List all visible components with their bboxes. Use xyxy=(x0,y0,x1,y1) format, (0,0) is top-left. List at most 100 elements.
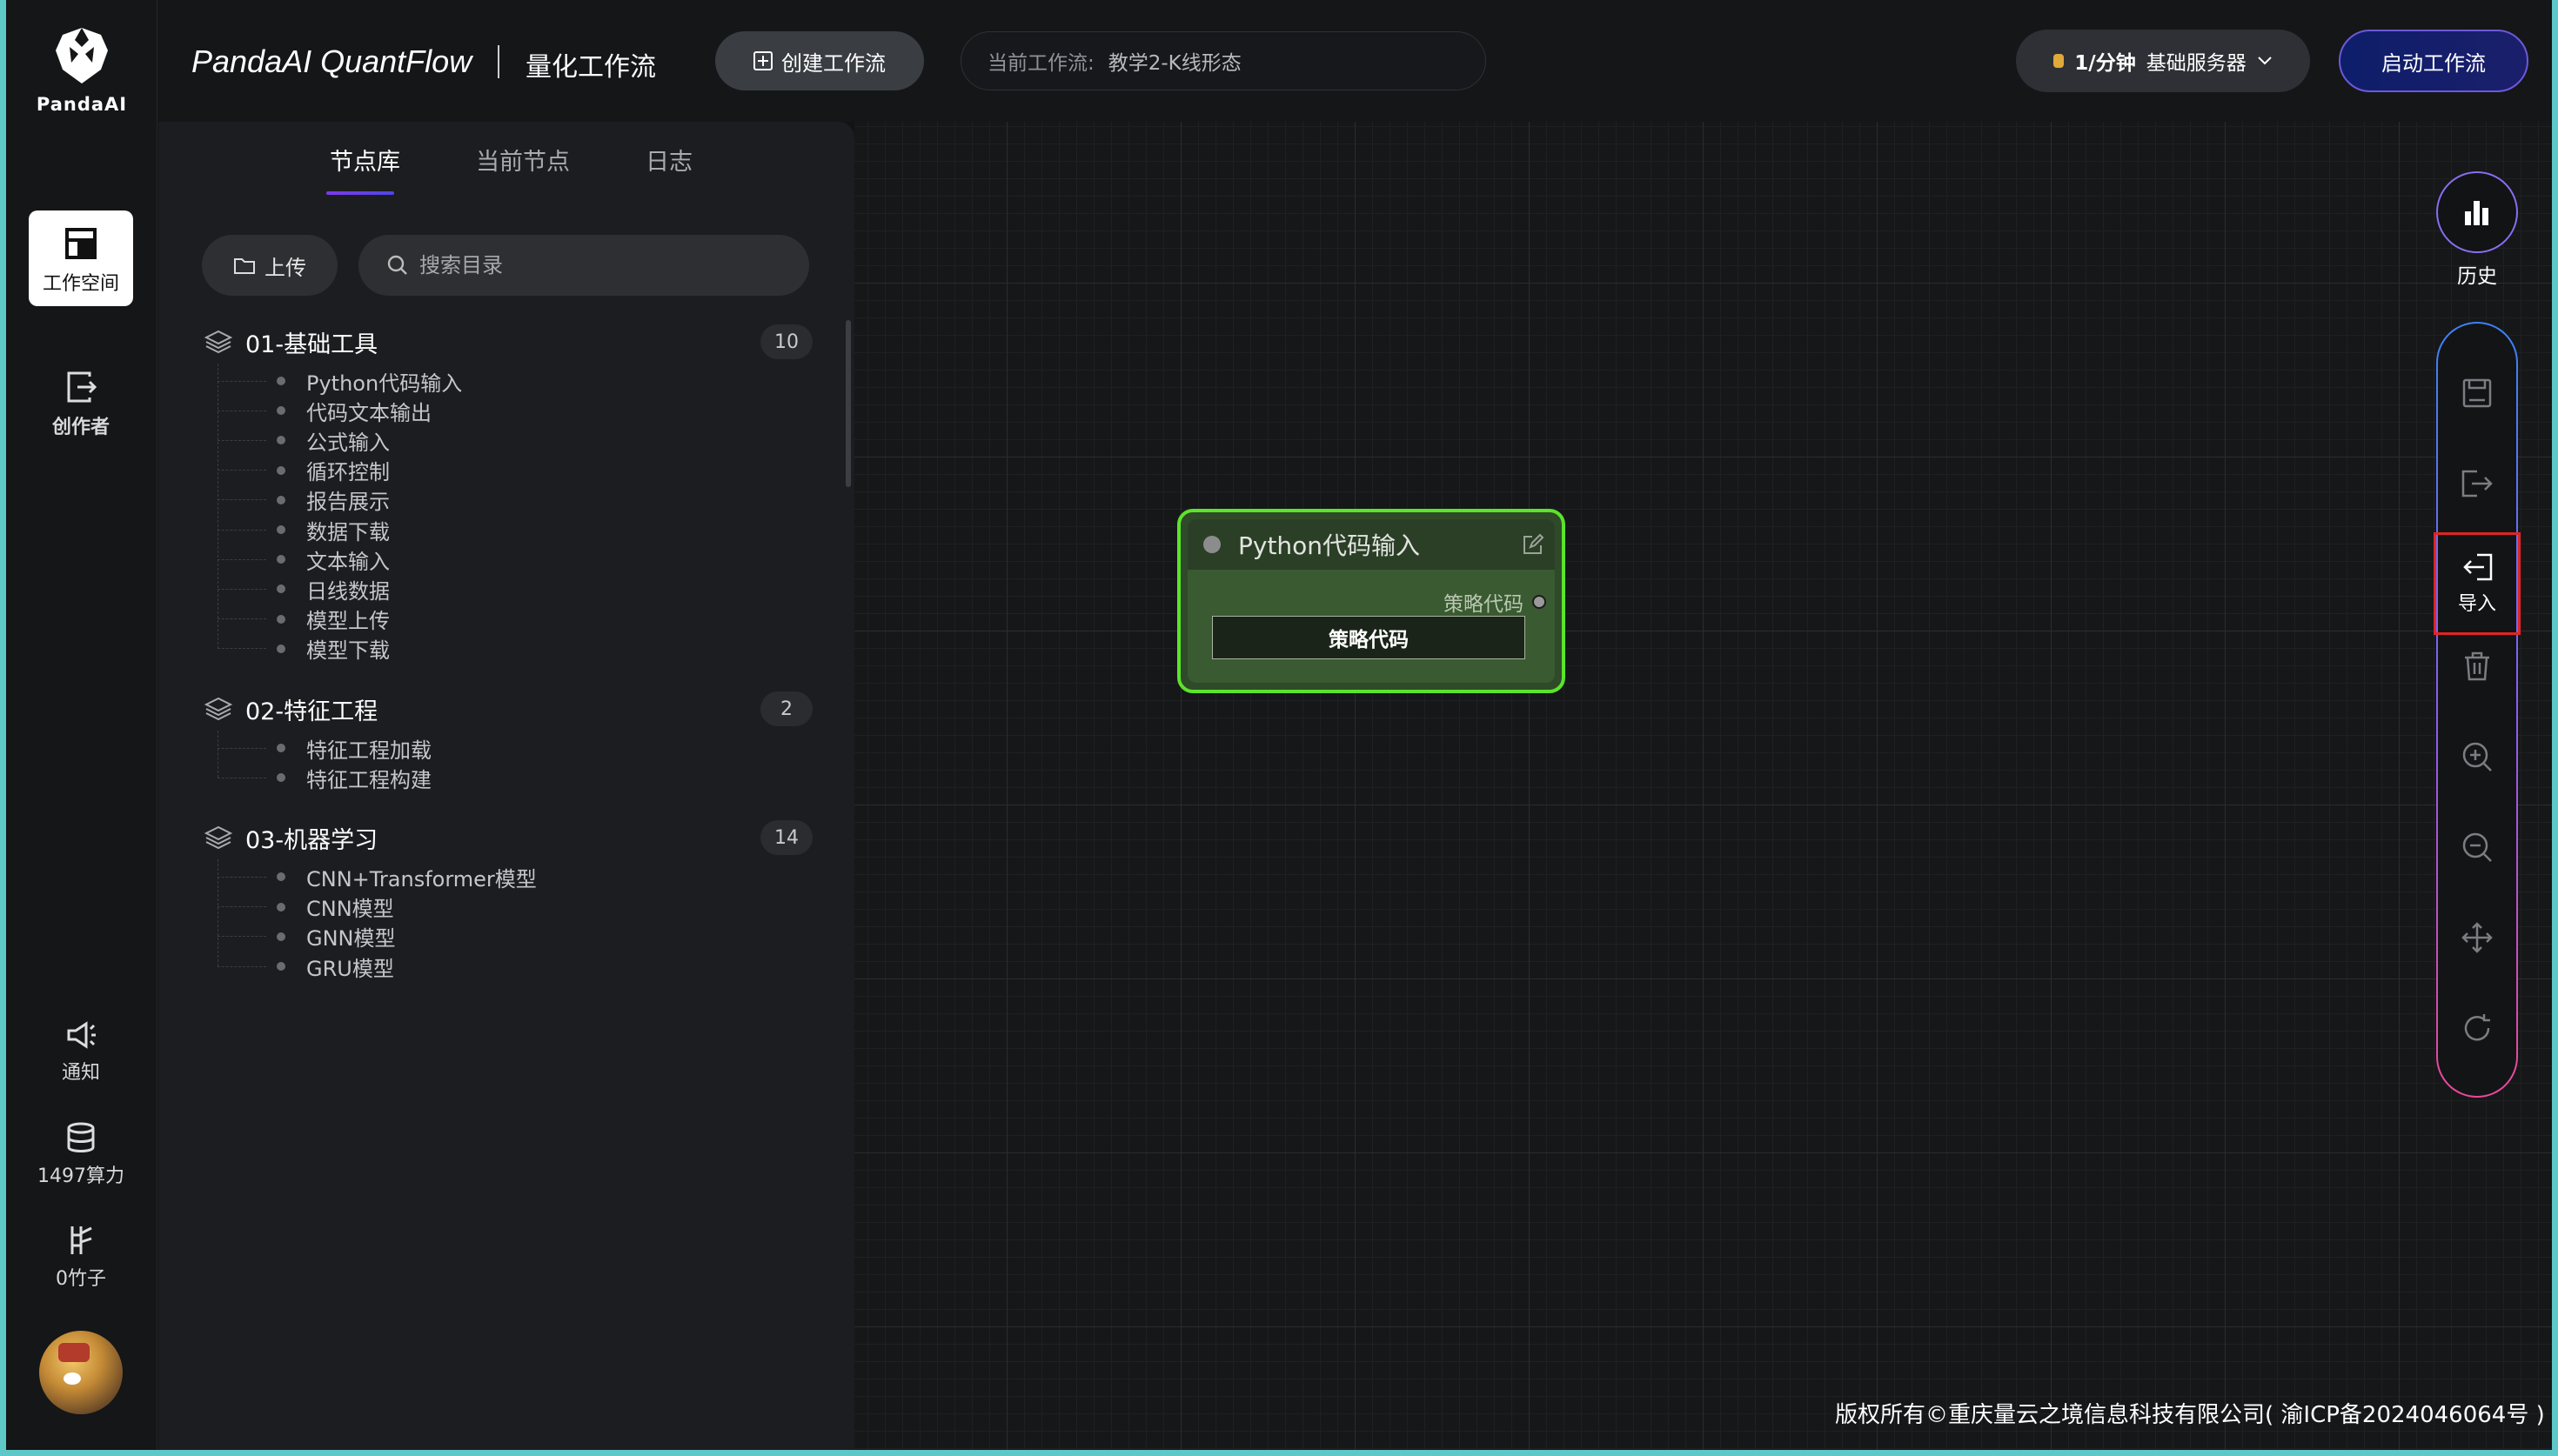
active-tab-indicator xyxy=(326,191,394,195)
layers-icon xyxy=(204,826,233,850)
node-library-item-label: 模型下载 xyxy=(306,638,390,664)
brand[interactable]: PandaAI xyxy=(6,24,157,115)
save-button[interactable] xyxy=(2436,367,2518,419)
copyright: 版权所有©重庆量云之境信息科技有限公司( 渝ICP备2024046064号 ) xyxy=(1835,1402,2545,1428)
node-library-item-label: 数据下载 xyxy=(306,519,390,544)
category-label: 02-特征工程 xyxy=(245,698,378,725)
folder-icon xyxy=(234,258,255,274)
import-label: 导入 xyxy=(2457,593,2496,615)
start-workflow-button[interactable]: 启动工作流 xyxy=(2339,30,2528,92)
search-icon xyxy=(387,255,407,275)
refresh-icon xyxy=(2464,1014,2490,1041)
create-workflow-button[interactable]: 创建工作流 xyxy=(715,31,924,90)
tab-node-library[interactable]: 节点库 xyxy=(330,143,400,177)
layers-icon xyxy=(204,330,233,354)
node-output-label: 策略代码 xyxy=(1443,593,1523,616)
panda-logo-icon xyxy=(56,28,108,83)
zoom-out-icon xyxy=(2462,832,2492,862)
server-select[interactable]: 1/分钟 基础服务器 xyxy=(2016,30,2310,92)
server-name: 基础服务器 xyxy=(2146,52,2247,75)
bullet-icon xyxy=(277,932,285,941)
bullet-icon xyxy=(277,377,285,385)
rail-workspace[interactable]: 工作空间 xyxy=(29,210,133,306)
node-header[interactable]: Python代码输入 xyxy=(1188,519,1555,570)
category-2[interactable]: 02-特征工程 2 xyxy=(204,687,813,731)
history-label: 历史 xyxy=(2457,265,2497,288)
rail-notify-label: 通知 xyxy=(61,1062,100,1084)
refresh-button[interactable] xyxy=(2436,1002,2518,1054)
rail-bamboo-label: 0竹子 xyxy=(56,1268,106,1290)
zoom-in-icon xyxy=(2462,742,2492,771)
rail-creator-label: 创作者 xyxy=(51,417,110,438)
node-library-item-label: 模型上传 xyxy=(306,609,390,634)
category-count-badge: 10 xyxy=(760,324,813,359)
delete-button[interactable] xyxy=(2436,640,2518,692)
rail-compute[interactable]: 1497算力 xyxy=(29,1122,133,1188)
node-library-item[interactable]: 特征工程构建 xyxy=(218,760,432,795)
tab-logs[interactable]: 日志 xyxy=(646,143,693,177)
trash-icon xyxy=(2465,651,2489,681)
node-library-item-label: 日线数据 xyxy=(306,578,390,604)
strategy-code-button[interactable]: 策略代码 xyxy=(1212,616,1525,659)
category-count-badge: 2 xyxy=(760,691,813,726)
node-library-item-label: GNN模型 xyxy=(306,926,396,952)
upload-button[interactable]: 上传 xyxy=(202,235,338,296)
top-header: PandaAI QuantFlow 量化工作流 创建工作流 当前工作流: 教学2… xyxy=(158,0,2552,122)
server-rate: 1/分钟 xyxy=(2074,52,2136,75)
coin-icon xyxy=(2053,54,2065,68)
megaphone-icon xyxy=(67,1021,96,1049)
rail-workspace-label: 工作空间 xyxy=(42,273,119,295)
save-icon xyxy=(2462,378,2492,408)
panel-scrollbar[interactable] xyxy=(846,320,851,487)
node-library-item-label: 报告展示 xyxy=(306,490,390,515)
bullet-icon xyxy=(277,436,285,445)
zoom-in-button[interactable] xyxy=(2436,731,2518,783)
bullet-icon xyxy=(277,465,285,475)
node-library-item-label: CNN模型 xyxy=(306,897,394,922)
node-library-item[interactable]: GRU模型 xyxy=(218,949,394,984)
import-button[interactable]: 导入 xyxy=(2434,532,2521,635)
bullet-icon xyxy=(277,644,285,653)
tab-current-node[interactable]: 当前节点 xyxy=(476,143,570,177)
bullet-icon xyxy=(277,773,285,783)
search-input[interactable] xyxy=(419,253,767,277)
node-library-item-label: 文本输入 xyxy=(306,549,390,574)
search-box[interactable] xyxy=(358,235,809,296)
category-count-badge: 14 xyxy=(760,820,813,856)
bullet-icon xyxy=(277,555,285,564)
export-icon xyxy=(2461,470,2493,498)
current-workflow[interactable]: 当前工作流: 教学2-K线形态 xyxy=(961,31,1486,90)
rail-notify[interactable]: 通知 xyxy=(29,1020,133,1085)
brand-name: PandaAI xyxy=(36,94,128,115)
workflow-canvas[interactable]: Python代码输入 策略代码 策略代码 xyxy=(854,122,2552,1450)
import-icon xyxy=(2463,553,2493,581)
category-3[interactable]: 03-机器学习 14 xyxy=(204,816,813,859)
avatar[interactable] xyxy=(39,1331,123,1414)
node-library-item-label: 代码文本输出 xyxy=(306,400,432,425)
fit-view-button[interactable] xyxy=(2436,912,2518,964)
node-status-dot xyxy=(1203,536,1221,553)
node-library-item-label: GRU模型 xyxy=(306,956,394,981)
node-library-item-label: 循环控制 xyxy=(306,460,390,485)
category-1[interactable]: 01-基础工具 10 xyxy=(204,320,813,364)
rail-bamboo[interactable]: 0竹子 xyxy=(29,1225,133,1291)
bullet-icon xyxy=(277,406,285,416)
bullet-icon xyxy=(277,495,285,504)
output-port[interactable] xyxy=(1532,595,1546,609)
zoom-out-button[interactable] xyxy=(2436,821,2518,873)
bullet-icon xyxy=(277,872,285,882)
python-code-input-node[interactable]: Python代码输入 策略代码 策略代码 xyxy=(1177,509,1565,693)
title-divider xyxy=(498,45,499,78)
export-button[interactable] xyxy=(2436,458,2518,510)
history-button[interactable] xyxy=(2436,171,2518,253)
node-library-item[interactable]: 模型下载 xyxy=(218,631,390,666)
app-root: PandaAI 工作空间 创作者 通知 1497算力 0竹子 PandaAI Q… xyxy=(6,0,2552,1450)
current-workflow-label: 当前工作流: xyxy=(988,52,1095,75)
chevron-down-icon xyxy=(2257,57,2272,65)
node-output: 策略代码 xyxy=(1443,587,1546,617)
create-workflow-label: 创建工作流 xyxy=(781,50,886,76)
edit-icon[interactable] xyxy=(1522,533,1544,556)
rail-creator[interactable]: 创作者 xyxy=(29,370,133,439)
node-title: Python代码输入 xyxy=(1238,531,1421,560)
canvas-toolbar xyxy=(2436,322,2518,1098)
